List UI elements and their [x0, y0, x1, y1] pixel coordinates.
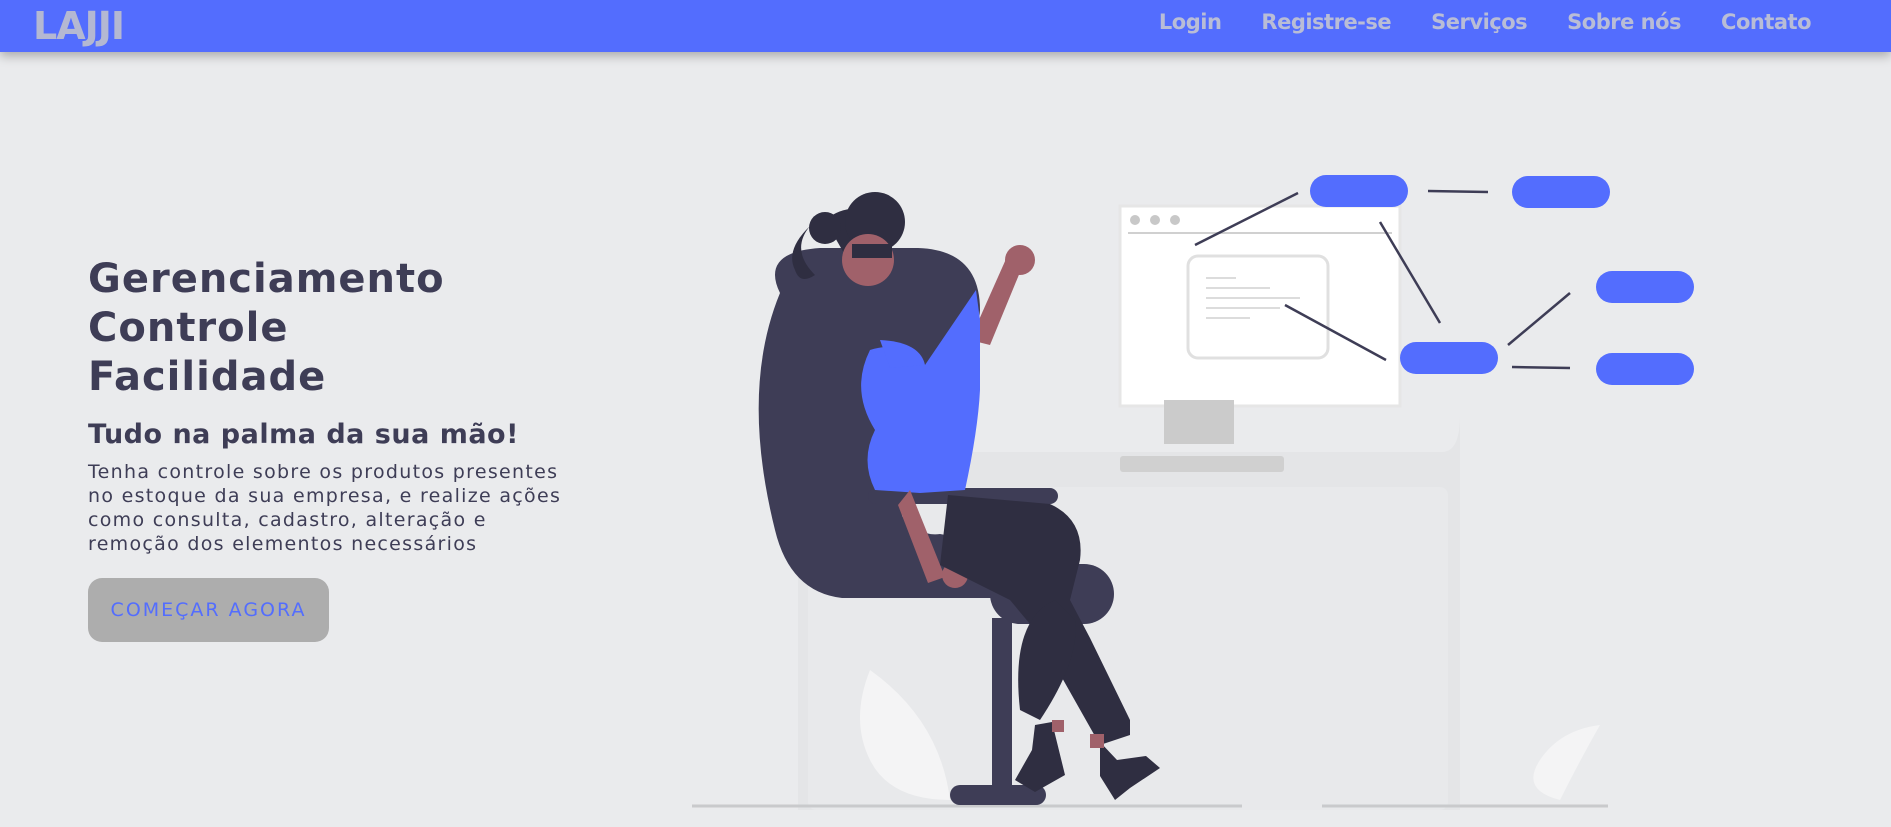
headline-line-3: Facilidade: [88, 354, 327, 400]
nav-link-login[interactable]: Login: [1159, 10, 1222, 34]
navbar: LAJJI Login Registre-se Serviços Sobre n…: [0, 0, 1891, 52]
nav-link-about[interactable]: Sobre nós: [1567, 10, 1681, 34]
hero-description: Tenha controle sobre os produtos present…: [88, 461, 562, 555]
hero-subtitle: Tudo na palma da sua mão!: [88, 419, 519, 450]
nav-links: Login Registre-se Serviços Sobre nós Con…: [1159, 0, 1812, 44]
nav-link-register[interactable]: Registre-se: [1261, 10, 1391, 34]
nav-link-services[interactable]: Serviços: [1431, 10, 1528, 34]
headline-line-1: Gerenciamento: [88, 256, 445, 302]
leaf-decoration: [1533, 725, 1600, 800]
nav-link-contact[interactable]: Contato: [1721, 10, 1811, 34]
start-now-button[interactable]: COMEÇAR AGORA: [88, 578, 329, 642]
hero-section: Gerenciamento Controle Facilidade Tudo n…: [88, 255, 568, 642]
hero-headline: Gerenciamento Controle Facilidade: [88, 255, 568, 402]
headline-line-2: Controle: [88, 305, 289, 351]
monitor: [1118, 204, 1402, 472]
brand-logo[interactable]: LAJJI: [33, 4, 125, 48]
hero-illustration: [680, 160, 1710, 820]
woman-at-desk-network-illustration: [692, 175, 1694, 810]
